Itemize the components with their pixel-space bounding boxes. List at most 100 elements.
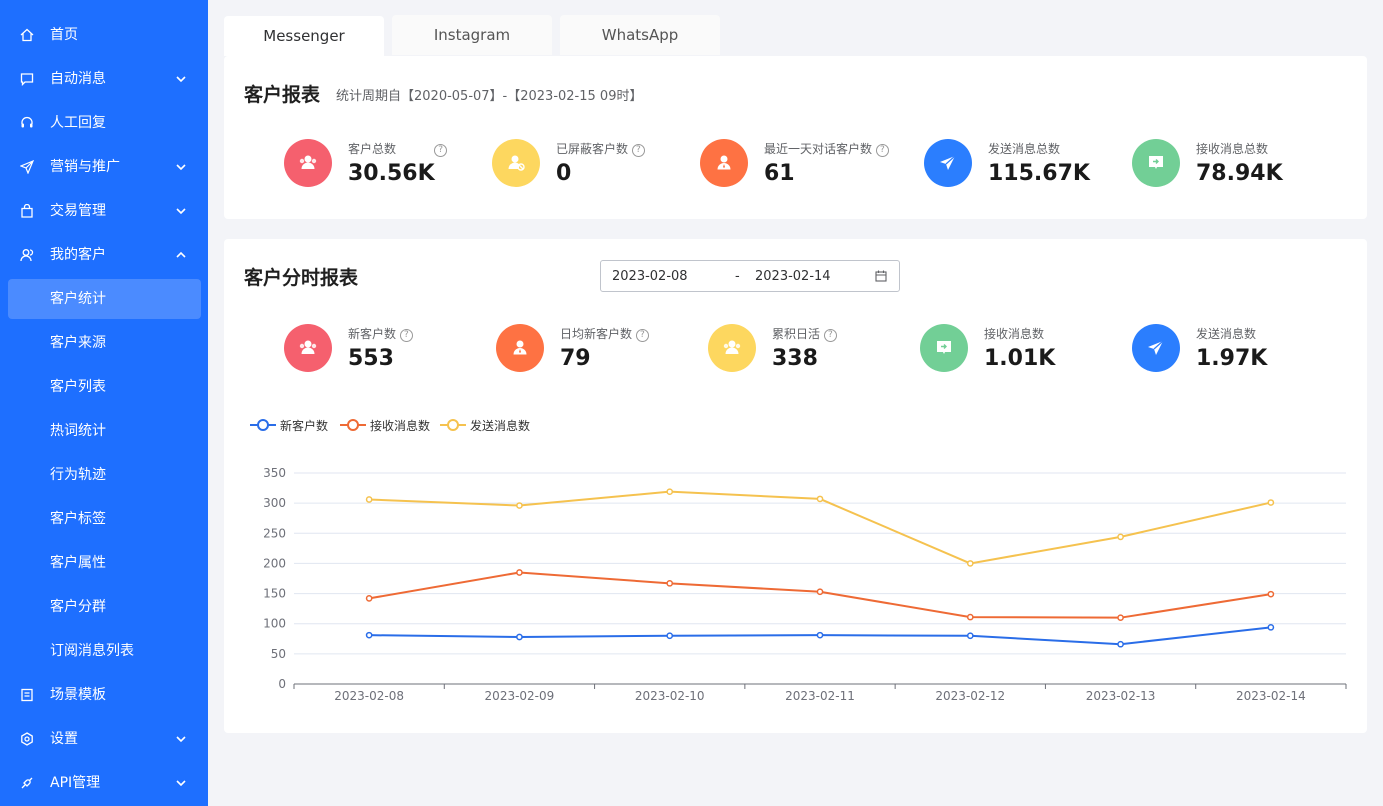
tab-label: Instagram	[433, 26, 511, 44]
sidebar-subitem-customer-source[interactable]: 客户来源	[0, 321, 208, 365]
data-point	[816, 495, 824, 503]
chevron-down-icon	[176, 736, 186, 743]
person-icon	[700, 139, 748, 187]
sidebar-item-label: 我的客户	[50, 247, 106, 263]
data-point	[516, 502, 523, 509]
stat-recent-active-customers: 最近一天对话客户数 ? 61	[700, 139, 900, 189]
message-icon	[19, 71, 35, 87]
stat-value: 78.94K	[1196, 161, 1283, 186]
sidebar-item-label: 自动消息	[50, 71, 106, 87]
stat-total-customers: 客户总数 ? 30.56K	[284, 139, 484, 189]
chevron-down-icon	[176, 208, 186, 215]
help-icon[interactable]: ?	[434, 144, 448, 157]
sidebar-subitem-hot-words[interactable]: 热词统计	[0, 409, 208, 453]
send-icon	[19, 159, 35, 175]
sidebar-subitem-subscriptions[interactable]: 订阅消息列表	[0, 629, 208, 673]
sidebar-subitem-label: 客户属性	[50, 555, 106, 571]
sidebar-item-label: API管理	[50, 775, 101, 791]
x-tick-label: 2023-02-08	[334, 689, 404, 703]
data-point	[966, 560, 974, 567]
sidebar-subitem-label: 客户统计	[50, 291, 106, 307]
y-tick-label: 0	[278, 677, 286, 691]
sidebar-subitem-label: 客户分群	[50, 599, 106, 615]
chevron-down-icon	[176, 780, 186, 787]
user-icon	[19, 247, 35, 263]
tab-whatsapp[interactable]: WhatsApp	[560, 15, 720, 55]
hourly-report-card: 客户分时报表 2023-02-08 - 2023-02-14 新客户数 ? 55…	[224, 239, 1367, 733]
sidebar-subitem-segments[interactable]: 客户分群	[0, 585, 208, 629]
tab-label: WhatsApp	[601, 26, 679, 44]
data-point	[365, 496, 373, 503]
sidebar-subitem-customer-stats[interactable]: 客户统计	[0, 279, 208, 323]
y-tick-label: 350	[263, 466, 286, 480]
data-point	[365, 631, 373, 639]
data-point	[666, 632, 674, 640]
chevron-up-icon	[176, 251, 186, 258]
sidebar-subitem-label: 热词统计	[50, 423, 106, 439]
sidebar-subitem-attributes[interactable]: 客户属性	[0, 541, 208, 585]
help-icon[interactable]: ?	[631, 144, 645, 157]
x-tick-label: 2023-02-12	[935, 689, 1005, 703]
paper-plane-icon	[924, 139, 972, 187]
stat-blocked-customers: 已屏蔽客户数 ? 0	[492, 139, 692, 189]
data-point	[666, 579, 674, 587]
report-period: 统计周期自【2020-05-07】-【2023-02-15 09时】	[336, 89, 643, 104]
sidebar-item-templates[interactable]: 场景模板	[0, 673, 208, 717]
stat-label: 发送消息总数	[988, 142, 1061, 156]
y-tick-label: 50	[271, 647, 286, 661]
inbox-message-icon	[1132, 139, 1180, 187]
settings-icon	[19, 731, 35, 747]
y-tick-label: 250	[263, 526, 286, 540]
x-tick-label: 2023-02-13	[1086, 689, 1156, 703]
help-icon[interactable]: ?	[875, 144, 889, 157]
sidebar-subitem-label: 客户来源	[50, 335, 106, 351]
stat-value: 61	[764, 161, 795, 186]
sidebar-item-label: 首页	[50, 27, 78, 43]
stat-label: 接收消息总数	[1196, 142, 1269, 156]
x-tick-label: 2023-02-09	[485, 689, 555, 703]
chevron-down-icon	[176, 76, 186, 83]
series-line-2	[369, 490, 1272, 565]
card-title: 客户报表	[244, 84, 321, 106]
sidebar-item-my-customers[interactable]: 我的客户	[0, 233, 208, 277]
tab-instagram[interactable]: Instagram	[392, 15, 552, 55]
sidebar-item-label: 交易管理	[50, 203, 106, 219]
tab-label: Messenger	[263, 27, 345, 45]
sidebar-item-manual-reply[interactable]: 人工回复	[0, 101, 208, 145]
data-point	[816, 588, 824, 596]
y-tick-label: 150	[263, 587, 286, 601]
customer-report-card: 客户报表 统计周期自【2020-05-07】-【2023-02-15 09时】 …	[224, 56, 1367, 219]
x-tick-label: 2023-02-11	[785, 689, 855, 703]
sidebar-subitem-tags[interactable]: 客户标签	[0, 497, 208, 541]
sidebar-item-label: 人工回复	[50, 115, 106, 131]
sidebar-item-home[interactable]: 首页	[0, 13, 208, 57]
sidebar-subitem-behavior[interactable]: 行为轨迹	[0, 453, 208, 497]
line-chart: 0 50 100 150 200 250 300 350 2023-02-08 2023-02-0…	[263, 466, 1347, 703]
data-point	[1117, 640, 1124, 648]
sidebar-item-label: 设置	[50, 731, 78, 747]
data-point	[966, 613, 974, 621]
home-icon	[19, 27, 35, 43]
data-point	[516, 569, 523, 576]
tab-messenger[interactable]: Messenger	[224, 16, 384, 56]
data-point	[1267, 499, 1275, 506]
sidebar-subitem-label: 客户标签	[50, 511, 106, 527]
sidebar-item-settings[interactable]: 设置	[0, 717, 208, 761]
sidebar-subitem-label: 订阅消息列表	[50, 643, 134, 659]
y-tick-label: 300	[263, 496, 286, 510]
data-point	[816, 631, 824, 639]
data-point	[1267, 590, 1275, 598]
stat-label: 客户总数	[348, 142, 397, 156]
sidebar-item-trade[interactable]: 交易管理	[0, 189, 208, 233]
blocked-user-icon	[492, 139, 540, 187]
data-point	[966, 632, 974, 640]
stat-label: 已屏蔽客户数	[556, 142, 629, 156]
sidebar-item-label: 营销与推广	[50, 159, 120, 175]
sidebar-subitem-customer-list[interactable]: 客户列表	[0, 365, 208, 409]
template-icon	[19, 687, 35, 703]
sidebar-item-api[interactable]: API管理	[0, 761, 208, 805]
stat-value: 0	[556, 161, 572, 186]
sidebar-item-auto-message[interactable]: 自动消息	[0, 57, 208, 101]
bag-icon	[19, 203, 35, 219]
sidebar-item-marketing[interactable]: 营销与推广	[0, 145, 208, 189]
